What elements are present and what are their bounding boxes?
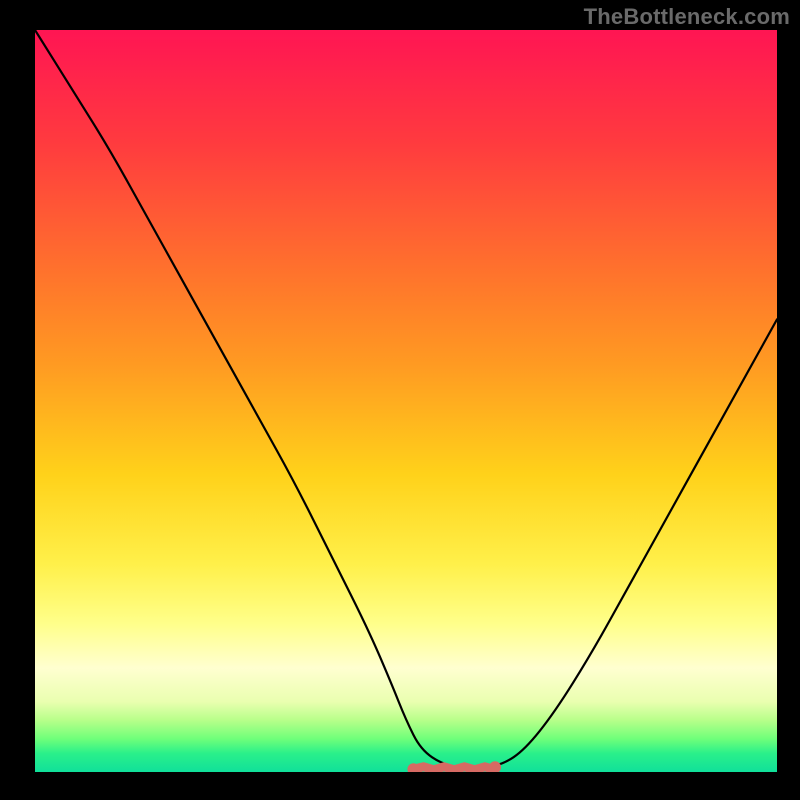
watermark-label: TheBottleneck.com	[584, 4, 790, 30]
bottleneck-chart	[0, 0, 800, 800]
optimal-flat-region	[413, 767, 495, 770]
gradient-background	[35, 30, 777, 772]
optimal-end-dot	[489, 761, 501, 773]
chart-stage: TheBottleneck.com	[0, 0, 800, 800]
optimal-start-dot	[407, 763, 419, 775]
